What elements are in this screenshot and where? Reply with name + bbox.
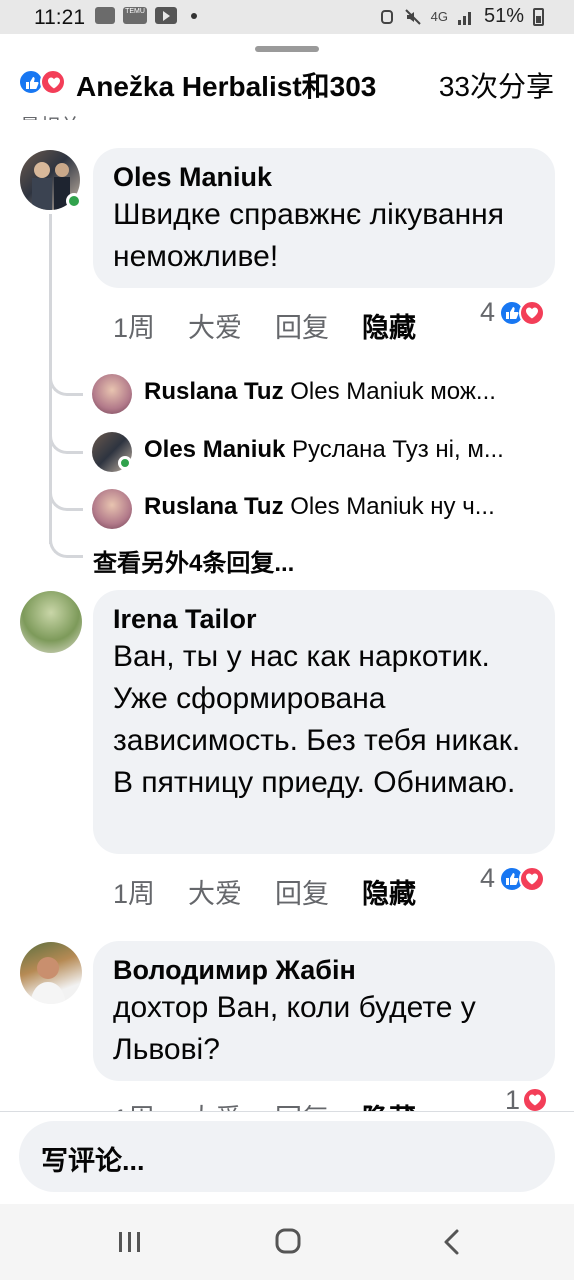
reply-button[interactable]: 回复: [275, 1097, 329, 1111]
reaction-count: 4: [480, 297, 496, 327]
comment-text: Ван, ты у нас как наркотик. Уже сформиро…: [113, 640, 521, 799]
hide-button[interactable]: 隐藏: [362, 306, 416, 345]
love-icon: [519, 299, 546, 326]
thread-connector: [49, 436, 83, 454]
love-react-button[interactable]: 大爱: [188, 872, 242, 911]
mute-icon: [404, 8, 421, 25]
status-time: 11:21: [34, 6, 85, 29]
sort-label[interactable]: 最相关: [20, 110, 80, 120]
gallery-icon: [95, 7, 115, 24]
hide-button[interactable]: 隐藏: [362, 872, 416, 911]
comment-time[interactable]: 1周: [113, 1097, 155, 1111]
view-more-replies-link[interactable]: 查看另外4条回复...: [93, 543, 294, 578]
comment-composer: 写评论...: [0, 1112, 574, 1204]
home-button[interactable]: [268, 1224, 308, 1260]
love-icon: [522, 1089, 549, 1111]
comment-time[interactable]: 1周: [113, 306, 155, 345]
reply-author[interactable]: Ruslana Tuz: [144, 493, 284, 520]
comment-text: Швидке справжнє лікування неможливе!: [113, 198, 504, 273]
comment-reactions[interactable]: 4: [480, 297, 546, 328]
shares-count[interactable]: 33次分享: [439, 65, 554, 105]
recents-button[interactable]: [110, 1224, 150, 1260]
comment-author[interactable]: Oles Maniuk: [113, 160, 535, 194]
reply-line: Oles Maniuk Руслана Туз ні, м...: [144, 436, 554, 464]
comment-reactions[interactable]: 1: [505, 1089, 549, 1111]
reply-author[interactable]: Oles Maniuk: [144, 436, 285, 463]
comment-author[interactable]: Irena Tailor: [113, 602, 535, 636]
comment-bubble[interactable]: Oles Maniuk Швидке справжнє лікування не…: [93, 148, 555, 288]
reply-button[interactable]: 回复: [275, 306, 329, 345]
reply-line: Ruslana Tuz Oles Maniuk мож...: [144, 378, 554, 406]
network-type: 4G: [430, 9, 448, 24]
comment-actions: 1周 大爱 回复 隐藏: [113, 306, 416, 345]
avatar[interactable]: [20, 591, 82, 653]
youtube-icon: [155, 7, 177, 24]
system-nav-bar: [0, 1204, 574, 1280]
online-status-icon: [66, 193, 82, 209]
thread-connector: [49, 493, 83, 511]
reply-preview[interactable]: Ruslana Tuz Oles Maniuk мож...: [92, 374, 562, 414]
hide-button[interactable]: 隐藏: [362, 1097, 416, 1111]
reactions-header[interactable]: Anežka Herbalist和303 33次分享: [0, 58, 574, 108]
comment-bubble[interactable]: Irena Tailor Ван, ты у нас как наркотик.…: [93, 590, 555, 854]
reply-line: Ruslana Tuz Oles Maniuk ну ч...: [144, 493, 554, 521]
reaction-count: 1: [505, 1089, 521, 1111]
love-icon: [40, 69, 66, 95]
signal-icon: [457, 11, 471, 25]
drag-handle[interactable]: [255, 46, 319, 52]
status-bar: 11:21 TEMU 4G 51%: [0, 0, 574, 34]
battery-icon: [533, 7, 544, 26]
reply-text: Oles Maniuk мож...: [290, 378, 496, 405]
more-notifications-icon: [191, 12, 197, 19]
system-icons: 4G 51%: [379, 5, 544, 28]
reacted-by-text[interactable]: Anežka Herbalist和303: [76, 65, 376, 105]
comment-actions: 1周 大爱 回复 隐藏: [113, 872, 416, 911]
reply-author[interactable]: Ruslana Tuz: [144, 378, 284, 405]
reply-text: Руслана Туз ні, м...: [292, 436, 504, 463]
reaction-count: 4: [480, 863, 496, 893]
avatar[interactable]: [92, 374, 132, 414]
back-button[interactable]: [432, 1224, 472, 1260]
reply-preview[interactable]: Ruslana Tuz Oles Maniuk ну ч...: [92, 489, 562, 529]
love-react-button[interactable]: 大爱: [188, 1097, 242, 1111]
write-comment-input[interactable]: 写评论...: [19, 1121, 555, 1192]
recents-icon: [119, 1232, 140, 1252]
love-react-button[interactable]: 大爱: [188, 306, 242, 345]
comment-reactions[interactable]: 4: [480, 863, 546, 894]
temu-icon: TEMU: [123, 7, 147, 24]
comment-time[interactable]: 1周: [113, 872, 155, 911]
reply-button[interactable]: 回复: [275, 872, 329, 911]
avatar[interactable]: [92, 489, 132, 529]
avatar[interactable]: [20, 942, 82, 1004]
home-icon: [275, 1228, 301, 1254]
reply-preview[interactable]: Oles Maniuk Руслана Туз ні, м...: [92, 432, 562, 472]
reaction-icons: [18, 69, 72, 95]
notification-icons: TEMU: [95, 7, 197, 24]
love-icon: [519, 865, 546, 892]
comment-text: дохтор Ван, коли будете у Львові?: [113, 991, 476, 1066]
reply-text: Oles Maniuk ну ч...: [290, 493, 495, 520]
thread-connector: [49, 378, 83, 396]
comment-actions: 1周 大爱 回复 隐藏: [113, 1097, 416, 1111]
online-status-icon: [118, 456, 132, 470]
thread-connector: [49, 540, 83, 558]
battery-percent: 51%: [483, 5, 524, 27]
back-icon: [444, 1229, 459, 1255]
comment-author[interactable]: Володимир Жабін: [113, 953, 535, 987]
comment-bubble[interactable]: Володимир Жабін дохтор Ван, коли будете …: [93, 941, 555, 1081]
alarm-icon: [380, 9, 393, 24]
avatar-image: [30, 957, 66, 1004]
